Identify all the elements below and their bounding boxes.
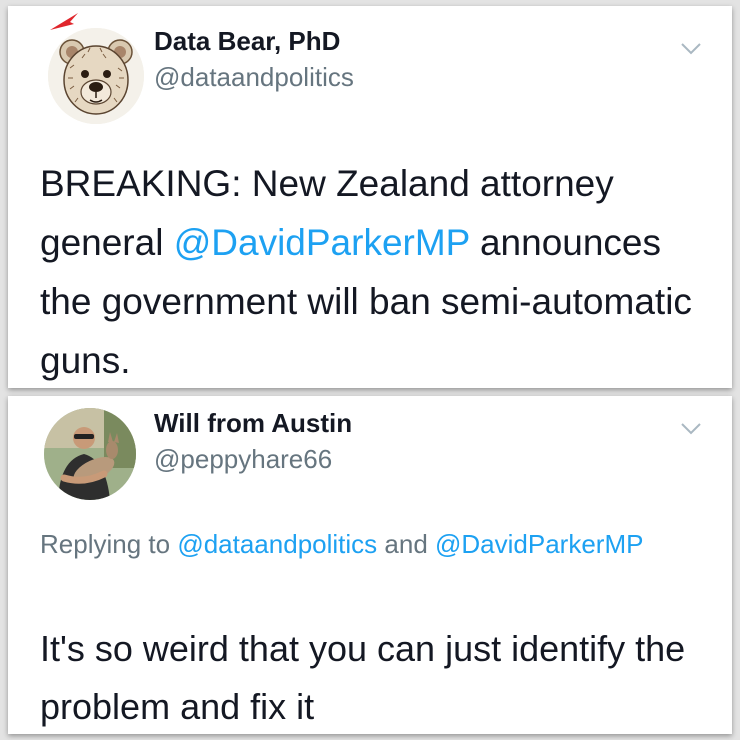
user-handle[interactable]: @dataandpolitics xyxy=(154,62,354,93)
bear-sketch-avatar-icon xyxy=(48,28,144,124)
replying-prefix: Replying to xyxy=(40,529,178,559)
display-name[interactable]: Data Bear, PhD xyxy=(154,26,340,57)
tweet-text: BREAKING: New Zealand attorney general @… xyxy=(40,154,692,388)
tweet-card-will-from-austin[interactable]: Will from Austin @peppyhare66 Replying t… xyxy=(8,396,732,734)
reply-mention-dataandpolitics[interactable]: @dataandpolitics xyxy=(177,529,377,559)
tweet-text: It's so weird that you can just identify… xyxy=(40,628,686,727)
replying-to-line: Replying to @dataandpolitics and @DavidP… xyxy=(40,524,692,564)
mention-link[interactable]: @DavidParkerMP xyxy=(174,222,470,263)
avatar[interactable] xyxy=(44,408,136,500)
user-handle[interactable]: @peppyhare66 xyxy=(154,444,332,475)
chevron-down-icon[interactable] xyxy=(680,422,702,436)
avatar[interactable] xyxy=(48,28,144,124)
person-holding-animal-avatar-icon xyxy=(44,408,136,500)
chevron-down-icon[interactable] xyxy=(680,42,702,56)
reply-mention-davidparkermp[interactable]: @DavidParkerMP xyxy=(435,529,643,559)
tweet-card-data-bear[interactable]: Data Bear, PhD @dataandpolitics BREAKING… xyxy=(8,6,732,388)
red-arrow-icon xyxy=(50,13,78,30)
display-name[interactable]: Will from Austin xyxy=(154,408,352,439)
reply-joiner: and xyxy=(377,529,435,559)
